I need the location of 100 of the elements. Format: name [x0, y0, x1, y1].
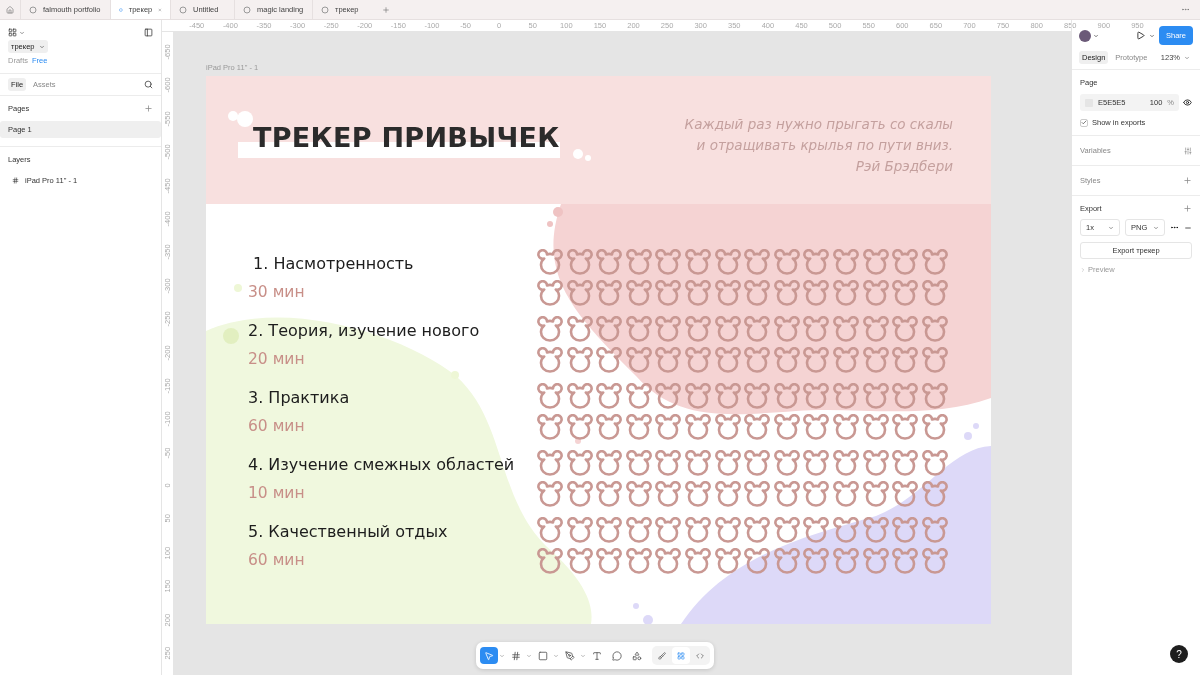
bear-icon — [832, 316, 859, 342]
search-icon[interactable] — [144, 80, 153, 89]
bear-icon — [655, 413, 682, 440]
checkbox[interactable] — [1080, 118, 1088, 127]
home-icon — [6, 5, 14, 14]
caret-icon[interactable] — [1149, 32, 1155, 39]
bear-icon — [773, 450, 800, 476]
file-icon — [179, 5, 187, 14]
bear-icon — [714, 383, 741, 409]
bear-icon — [596, 413, 623, 440]
bear-icon — [714, 480, 741, 507]
habit-duration: 60 мин — [248, 550, 306, 571]
bear-icon — [537, 450, 563, 476]
bear-icon — [566, 316, 593, 342]
bear-icon — [714, 279, 741, 306]
bear-icon — [537, 413, 563, 440]
bear-icon — [773, 480, 800, 507]
habit-name: 1. Насмотренность — [252, 253, 415, 275]
bear-icon — [862, 547, 889, 574]
bear-icon — [714, 450, 741, 476]
habit-duration: 60 мин — [248, 416, 306, 437]
bear-icon — [921, 547, 948, 574]
bear-icon — [566, 249, 593, 275]
bear-icon — [832, 517, 859, 543]
file-icon — [29, 5, 37, 14]
more-icon[interactable] — [1170, 223, 1179, 232]
bear-icon — [655, 517, 682, 543]
bear-icon — [892, 346, 919, 373]
bear-icon — [921, 517, 948, 543]
text-icon — [592, 650, 602, 661]
mode-button[interactable] — [672, 647, 690, 664]
bear-icon — [655, 383, 682, 409]
caret-icon[interactable] — [19, 29, 25, 36]
bear-icon — [744, 316, 771, 342]
bear-icon — [892, 249, 919, 275]
bear-icon — [596, 279, 623, 306]
habit-name: 3. Практика — [248, 387, 351, 409]
add-icon[interactable] — [144, 104, 153, 113]
bear-icon — [862, 316, 889, 342]
bear-icon — [921, 413, 948, 440]
tool-button[interactable] — [480, 647, 498, 664]
bear-icon — [596, 249, 623, 275]
habit-name: 2. Теория, изучение нового — [248, 320, 481, 342]
bear-icon — [773, 316, 800, 342]
file-icon — [243, 5, 251, 14]
bear-icon — [773, 517, 800, 543]
bear-icon — [596, 480, 623, 507]
chevron-icon[interactable] — [1080, 266, 1086, 273]
bear-icon — [655, 346, 682, 373]
sidebar-toggle-icon[interactable] — [144, 28, 153, 37]
bear-icon — [803, 547, 830, 574]
add-icon[interactable] — [1183, 176, 1192, 185]
habit-duration: 20 мин — [248, 349, 306, 370]
sliders-icon[interactable] — [1184, 146, 1192, 155]
bear-icon — [655, 480, 682, 507]
caret-icon[interactable] — [1093, 32, 1099, 39]
caret-icon[interactable] — [499, 652, 505, 659]
bear-icon — [537, 316, 563, 342]
dots-drawing — [547, 207, 563, 227]
bear-icon — [892, 517, 919, 543]
bear-icon — [773, 249, 800, 275]
bear-icon — [803, 450, 830, 476]
bear-icon — [537, 480, 563, 507]
bear-icon — [892, 279, 919, 306]
play-icon[interactable] — [1136, 31, 1145, 40]
bear-icon — [625, 517, 652, 543]
plus-icon — [382, 5, 390, 14]
bear-icon — [744, 547, 771, 574]
bear-icon — [921, 279, 948, 306]
help-button[interactable]: ? — [1170, 645, 1188, 663]
bear-icon — [921, 480, 948, 507]
bear-icon — [566, 346, 593, 373]
bear-icon — [832, 249, 859, 275]
bear-icon — [684, 249, 711, 275]
hash-icon — [12, 177, 19, 184]
caret-icon[interactable] — [526, 652, 532, 659]
add-icon[interactable] — [1183, 204, 1192, 213]
bear-icon — [625, 279, 652, 306]
bear-icon — [773, 346, 800, 373]
bear-icon — [803, 383, 830, 409]
habit-name: 5. Качественный отдых — [248, 521, 449, 543]
bear-icon — [744, 450, 771, 476]
bear-icon — [892, 450, 919, 476]
bear-icon — [832, 346, 859, 373]
bear-icon — [862, 279, 889, 306]
caret-icon[interactable] — [580, 652, 586, 659]
bear-icon — [714, 249, 741, 275]
bear-icon — [625, 480, 652, 507]
habit-duration: 10 мин — [248, 483, 306, 504]
bear-icon — [566, 480, 593, 507]
bear-icon — [537, 279, 563, 306]
avatar — [1079, 29, 1091, 42]
bear-icon — [921, 346, 948, 373]
menu-icon[interactable] — [8, 28, 17, 37]
bear-icon — [892, 316, 919, 342]
eye-icon[interactable] — [1183, 98, 1192, 107]
caret-icon[interactable] — [553, 652, 559, 659]
bear-icon — [684, 383, 711, 409]
bear-icon — [596, 316, 623, 342]
dots-drawing — [633, 603, 653, 624]
